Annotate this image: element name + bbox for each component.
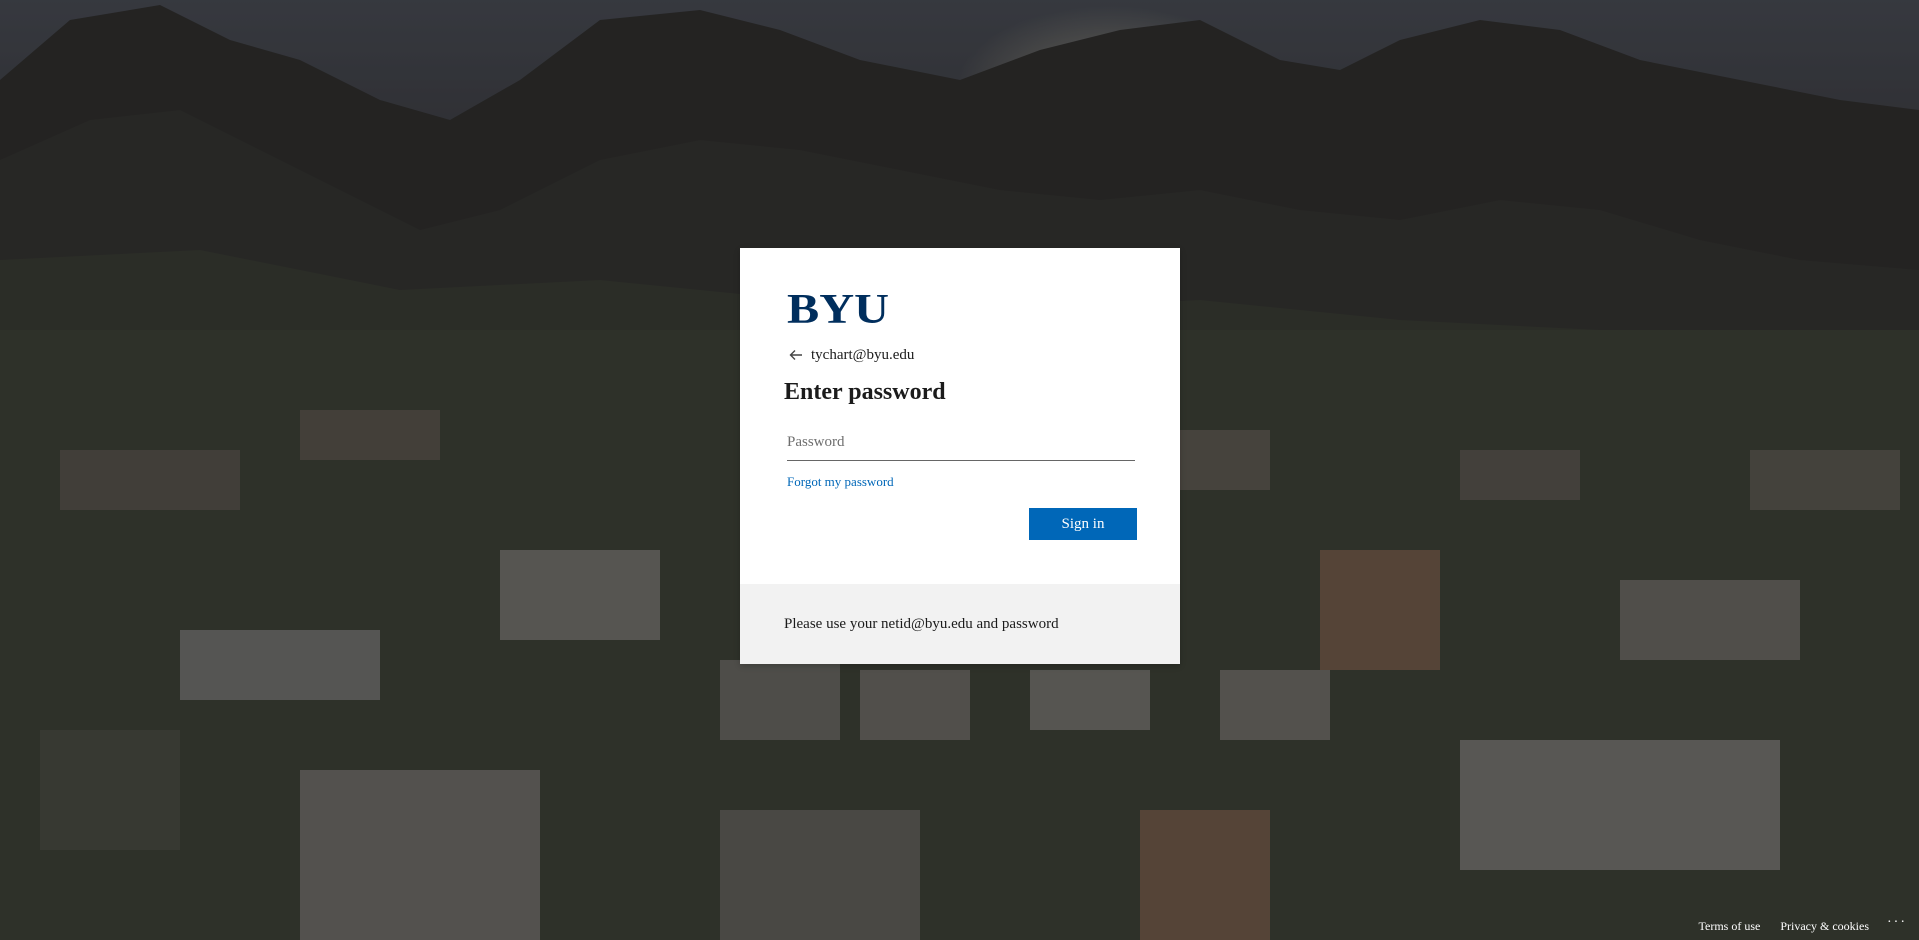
password-input[interactable] — [787, 424, 1135, 461]
byu-logo: BYU — [787, 287, 891, 333]
sign-in-button[interactable]: Sign in — [1029, 508, 1137, 540]
more-options-icon[interactable]: ··· — [1887, 915, 1907, 931]
byu-logo-text: BYU — [787, 293, 889, 325]
page-footer: Terms of use Privacy & cookies ··· — [1679, 912, 1919, 940]
byu-logo-mark: BYU — [787, 287, 889, 333]
forgot-password-link[interactable]: Forgot my password — [787, 474, 894, 490]
privacy-cookies-link[interactable]: Privacy & cookies — [1780, 919, 1869, 934]
arrow-left-icon[interactable] — [788, 347, 804, 363]
identity-email: tychart@byu.edu — [811, 346, 915, 363]
info-text: Please use your netid@byu.edu and passwo… — [784, 615, 1059, 632]
card-main-section: BYU tychart@byu.edu Enter password Forgo… — [740, 248, 1180, 584]
page-title: Enter password — [784, 379, 946, 405]
terms-of-use-link[interactable]: Terms of use — [1699, 919, 1761, 934]
info-banner: Please use your netid@byu.edu and passwo… — [740, 584, 1180, 664]
identity-banner: tychart@byu.edu — [788, 346, 914, 364]
login-card: BYU tychart@byu.edu Enter password Forgo… — [740, 248, 1180, 664]
